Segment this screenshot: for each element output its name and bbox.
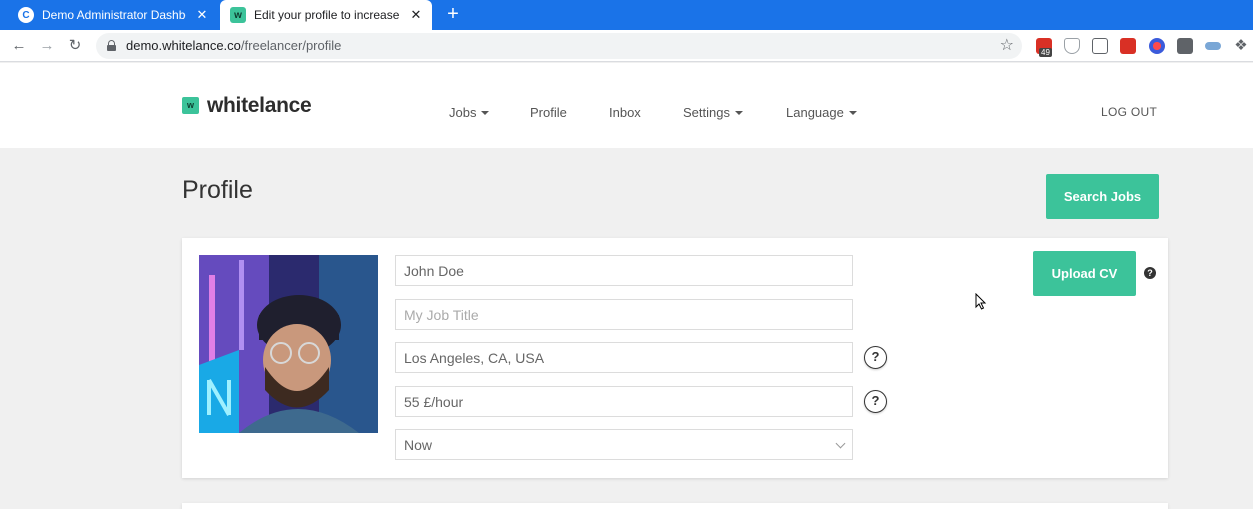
back-arrow-icon[interactable]: ← — [9, 36, 29, 56]
tab-edit-profile[interactable]: w Edit your profile to increase your ✕ — [220, 0, 432, 30]
nav-settings[interactable]: Settings — [683, 105, 743, 120]
url-host: demo.whitelance.co — [126, 38, 241, 53]
address-bar[interactable]: demo.whitelance.co/freelancer/profile ☆ — [96, 33, 1022, 59]
link-extension-icon[interactable] — [1205, 42, 1221, 50]
url-path: /freelancer/profile — [240, 38, 342, 53]
nav-profile[interactable]: Profile — [530, 105, 567, 120]
puzzle-extensions-icon[interactable]: ❖ — [1233, 38, 1249, 54]
bookmark-star-icon[interactable]: ☆ — [1000, 35, 1014, 55]
upload-cv-help-icon[interactable]: ? — [1144, 267, 1156, 279]
profile-photo[interactable] — [199, 255, 378, 433]
availability-value: Now — [404, 436, 433, 453]
camera-extension-icon[interactable] — [1092, 38, 1108, 54]
new-tab-button[interactable]: + — [442, 4, 464, 26]
portrait-illustration — [199, 255, 378, 433]
rate-help-icon[interactable]: ? — [864, 390, 887, 413]
shield-extension-icon[interactable] — [1064, 38, 1080, 54]
nav-label: Language — [786, 105, 844, 120]
page-title: Profile — [182, 176, 253, 204]
extension-badge: 49 — [1039, 48, 1052, 57]
job-title-input[interactable]: My Job Title — [395, 299, 853, 330]
nav-label: Profile — [530, 105, 567, 120]
next-card — [182, 503, 1168, 509]
tab-title: Demo Administrator Dashboard — [42, 8, 186, 22]
upload-cv-button[interactable]: Upload CV — [1033, 251, 1136, 296]
nav-jobs[interactable]: Jobs — [449, 105, 490, 120]
nav-inbox[interactable]: Inbox — [609, 105, 641, 120]
nav-label: Jobs — [449, 105, 477, 120]
url-text: demo.whitelance.co/freelancer/profile — [126, 38, 341, 53]
pdf-extension-icon[interactable] — [1120, 38, 1136, 54]
nav-label: Inbox — [609, 105, 641, 120]
tab-admin-dashboard[interactable]: C Demo Administrator Dashboard ✕ — [8, 0, 218, 30]
tab-favicon: C — [18, 7, 34, 23]
nav-language[interactable]: Language — [786, 105, 857, 120]
caret-down-icon — [734, 110, 743, 115]
browser-tab-strip: C Demo Administrator Dashboard ✕ w Edit … — [0, 0, 1253, 30]
tab-title: Edit your profile to increase your — [254, 8, 400, 22]
chevron-down-icon — [835, 438, 846, 449]
lock-icon — [107, 40, 116, 51]
logout-link[interactable]: LOG OUT — [1101, 105, 1157, 119]
availability-select[interactable]: Now — [395, 429, 853, 460]
nav-label: Settings — [683, 105, 730, 120]
mouse-cursor-icon — [975, 293, 987, 310]
browser-toolbar: ← → ↻ demo.whitelance.co/freelancer/prof… — [0, 30, 1253, 62]
caret-down-icon — [848, 110, 857, 115]
reload-icon[interactable]: ↻ — [65, 36, 85, 56]
close-icon[interactable]: ✕ — [408, 7, 424, 23]
hourly-rate-input[interactable]: 55 £/hour — [395, 386, 853, 417]
tab-favicon: w — [230, 7, 246, 23]
colorful-extension-icon[interactable] — [1149, 38, 1165, 54]
close-icon[interactable]: ✕ — [194, 7, 210, 23]
search-jobs-button[interactable]: Search Jobs — [1046, 174, 1159, 219]
bookmark-extension-icon[interactable] — [1177, 38, 1193, 54]
name-input[interactable]: John Doe — [395, 255, 853, 286]
caret-down-icon — [481, 110, 490, 115]
logo-text[interactable]: whitelance — [207, 94, 312, 118]
site-header: w whitelance Jobs Profile Inbox Settings… — [0, 63, 1253, 148]
logo-mark[interactable]: w — [182, 97, 199, 114]
location-input[interactable]: Los Angeles, CA, USA — [395, 342, 853, 373]
forward-arrow-icon[interactable]: → — [37, 36, 57, 56]
location-help-icon[interactable]: ? — [864, 346, 887, 369]
